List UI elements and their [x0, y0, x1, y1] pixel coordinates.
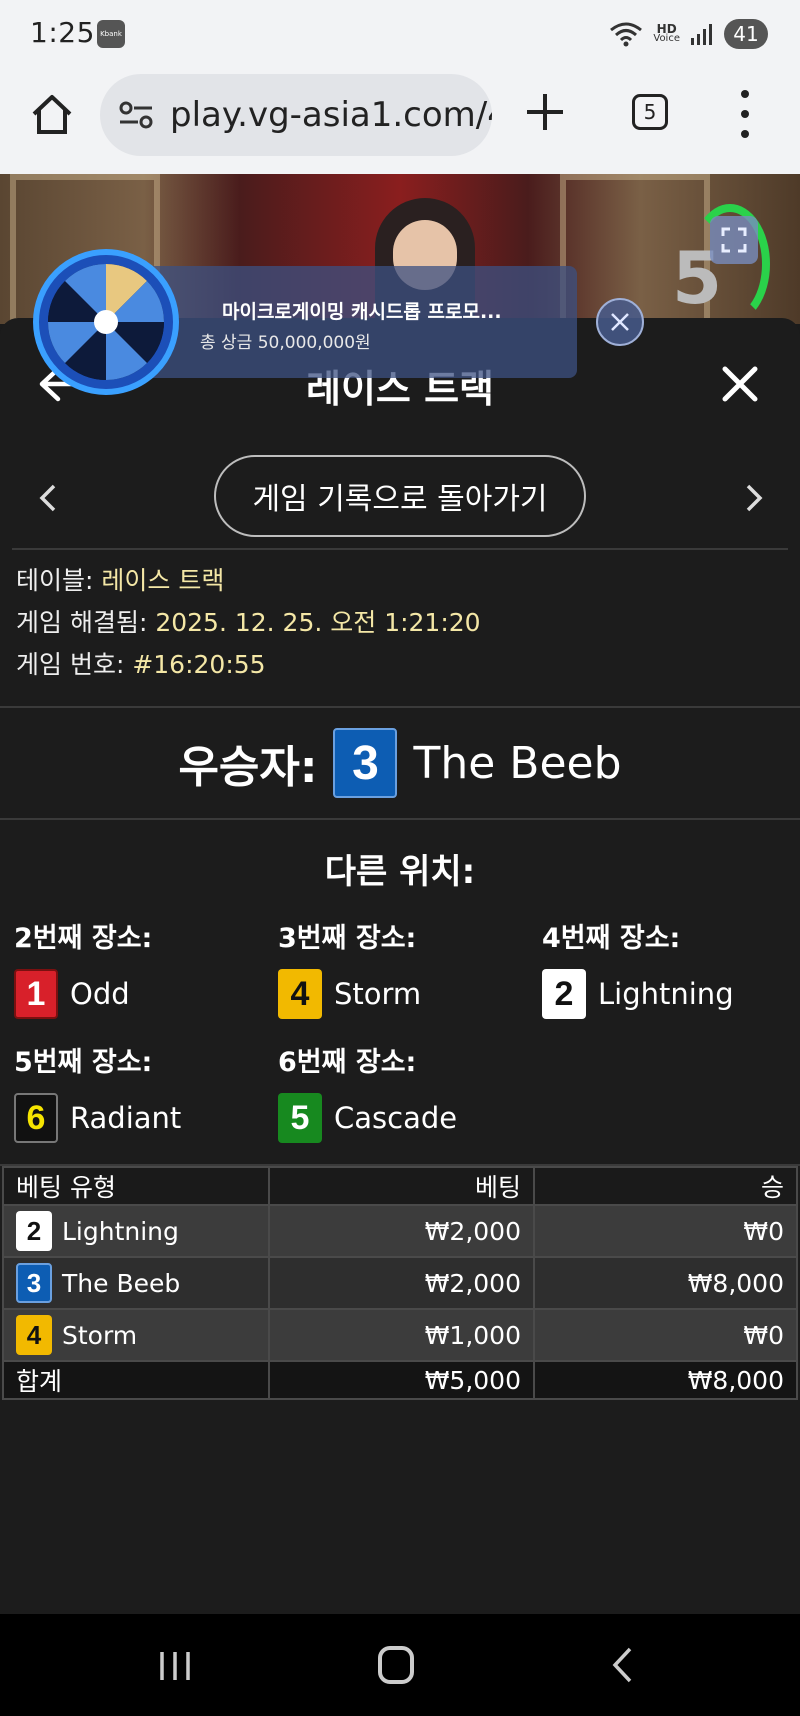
win-amount: ₩0 — [533, 1308, 798, 1362]
bet-name: Storm — [62, 1320, 138, 1350]
home-button-icon[interactable] — [378, 1646, 414, 1684]
place-6: 6번째 장소: 5 Cascade — [278, 1040, 457, 1143]
place-label: 6번째 장소: — [278, 1047, 417, 1078]
place-name: Odd — [70, 977, 130, 1011]
place-number-badge: 4 — [278, 969, 322, 1019]
place-label: 3번째 장소: — [278, 923, 417, 954]
other-positions-title: 다른 위치: — [324, 852, 476, 892]
place-5: 5번째 장소: 6 Radiant — [14, 1040, 181, 1143]
status-bar: 1:25 Kbank HD Voice 41 — [0, 0, 800, 70]
divider — [12, 548, 788, 550]
signal-icon — [691, 24, 712, 45]
total-bet: ₩5,000 — [268, 1360, 535, 1400]
bet-name: The Beeb — [62, 1268, 181, 1298]
place-number-badge: 2 — [542, 969, 586, 1019]
place-3: 3번째 장소: 4 Storm — [278, 916, 421, 1019]
kbank-notification-icon: Kbank — [97, 20, 125, 48]
header-bet-type: 베팅 유형 — [2, 1166, 270, 1206]
table-row: 2 Lightning ₩2,000 ₩0 — [2, 1204, 798, 1258]
header-win: 승 — [533, 1166, 798, 1206]
bet-amount: ₩2,000 — [268, 1256, 535, 1310]
win-amount: ₩0 — [533, 1204, 798, 1258]
place-name: Cascade — [334, 1101, 458, 1135]
table-total-row: 합계 ₩5,000 ₩8,000 — [2, 1360, 798, 1400]
total-win: ₩8,000 — [533, 1360, 798, 1400]
place-name: Lightning — [598, 977, 734, 1011]
bets-table: 베팅 유형 베팅 승 2 Lightning ₩2,000 ₩0 3 The Bee… — [2, 1166, 798, 1400]
winner-section: 우승자: 3 The Beeb — [0, 706, 800, 820]
winner-label: 우승자: — [178, 742, 318, 793]
close-icon[interactable] — [722, 366, 758, 402]
cashdrop-promo-banner[interactable]: 마이크로게이밍 캐시드롭 프로모... 총 상금 50,000,000원 — [32, 248, 577, 395]
expand-icon[interactable] — [710, 216, 758, 264]
close-icon — [611, 313, 629, 331]
place-label: 5번째 장소: — [14, 1047, 153, 1078]
battery-indicator: 41 — [724, 19, 768, 49]
place-label: 2번째 장소: — [14, 923, 153, 954]
browser-toolbar: play.vg-asia1.com/4 5 — [0, 70, 800, 174]
address-bar[interactable]: play.vg-asia1.com/4 — [100, 74, 492, 156]
promo-close-button[interactable] — [596, 298, 644, 346]
bet-number-badge: 3 — [16, 1263, 52, 1303]
hd-voice-icon: HD Voice — [653, 23, 680, 44]
place-4: 4번째 장소: 2 Lightning — [542, 916, 734, 1019]
back-to-history-button[interactable]: 게임 기록으로 돌아가기 — [214, 455, 586, 537]
system-back-icon[interactable] — [610, 1646, 634, 1684]
prize-wheel-icon — [33, 249, 179, 395]
voice-label: Voice — [653, 33, 680, 44]
place-number-badge: 6 — [14, 1093, 58, 1143]
game-info: 테이블: 레이스 트랙 게임 해결됨: 2025. 12. 25. 오전 1:2… — [16, 560, 481, 686]
more-menu-icon[interactable] — [740, 90, 750, 138]
table-row: 3 The Beeb ₩2,000 ₩8,000 — [2, 1256, 798, 1310]
bet-name: Lightning — [62, 1216, 179, 1246]
system-icons: HD Voice 41 — [609, 16, 768, 52]
clock: 1:25 — [30, 16, 95, 49]
info-game-number: 게임 번호: #16:20:55 — [16, 650, 266, 679]
bet-amount: ₩2,000 — [268, 1204, 535, 1258]
bet-amount: ₩1,000 — [268, 1308, 535, 1362]
home-icon[interactable] — [30, 92, 74, 136]
place-number-badge: 1 — [14, 969, 58, 1019]
chevron-left-icon[interactable] — [36, 483, 58, 513]
new-tab-icon[interactable] — [525, 92, 565, 132]
win-amount: ₩8,000 — [533, 1256, 798, 1310]
place-name: Storm — [334, 977, 422, 1011]
tune-icon[interactable] — [118, 100, 154, 130]
wifi-icon — [610, 22, 643, 47]
system-navigation-bar — [0, 1614, 800, 1716]
info-resolved: 게임 해결됨: 2025. 12. 25. 오전 1:21:20 — [16, 608, 481, 637]
place-number-badge: 5 — [278, 1093, 322, 1143]
place-label: 4번째 장소: — [542, 923, 681, 954]
place-2: 2번째 장소: 1 Odd — [14, 916, 152, 1019]
winner-number-badge: 3 — [333, 728, 398, 798]
promo-headline: 마이크로게이밍 캐시드롭 프로모... — [222, 301, 502, 323]
chevron-right-icon[interactable] — [744, 483, 766, 513]
bet-number-badge: 4 — [16, 1315, 52, 1355]
result-nav: 게임 기록으로 돌아가기 — [0, 455, 800, 539]
info-table: 테이블: 레이스 트랙 — [16, 566, 225, 595]
recents-icon[interactable] — [158, 1650, 192, 1682]
promo-prize: 총 상금 50,000,000원 — [200, 333, 371, 353]
place-name: Radiant — [70, 1101, 182, 1135]
tab-switcher-icon[interactable]: 5 — [632, 94, 668, 130]
table-row: 4 Storm ₩1,000 ₩0 — [2, 1308, 798, 1362]
total-label: 합계 — [2, 1360, 270, 1400]
table-header-row: 베팅 유형 베팅 승 — [2, 1166, 798, 1206]
url-text: play.vg-asia1.com/4 — [170, 95, 492, 135]
bet-number-badge: 2 — [16, 1211, 52, 1251]
header-bet: 베팅 — [268, 1166, 535, 1206]
winner-name: The Beeb — [413, 737, 622, 789]
